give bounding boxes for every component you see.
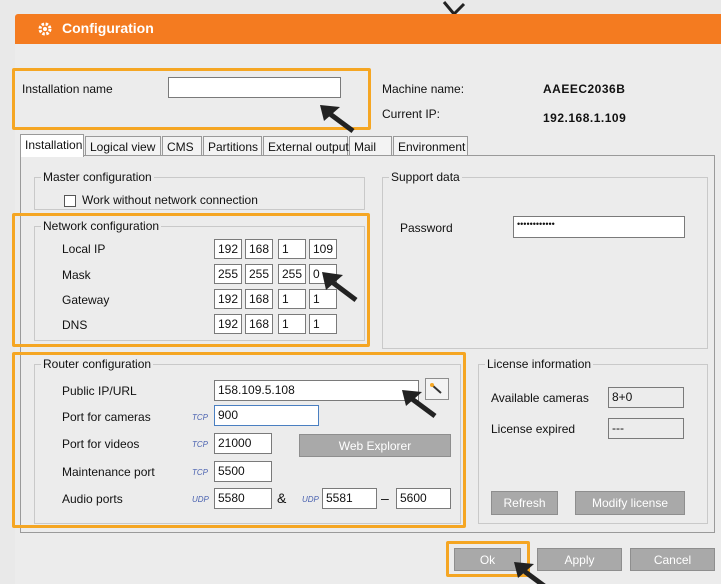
gear-icon (38, 22, 52, 36)
tab-partitions[interactable]: Partitions (203, 136, 262, 156)
tab-environment[interactable]: Environment (393, 136, 468, 156)
tab-cms[interactable]: CMS (162, 136, 202, 156)
modify-license-button[interactable]: Modify license (575, 491, 685, 515)
tab-installation[interactable]: Installation (20, 134, 84, 157)
support-data-group: Support data (382, 170, 708, 349)
work-offline-label: Work without network connection (82, 193, 258, 207)
pointer-arrow-icon (402, 390, 437, 419)
password-input[interactable]: •••••••••••• (513, 216, 685, 238)
pointer-arrow-icon (322, 272, 358, 302)
master-configuration-title: Master configuration (41, 170, 154, 184)
highlight-network (12, 213, 370, 347)
available-cameras-value: 8+0 (608, 387, 684, 408)
license-expired-value: --- (608, 418, 684, 439)
support-data-title: Support data (389, 170, 462, 184)
license-information-title: License information (485, 357, 594, 371)
tab-mail[interactable]: Mail (349, 136, 392, 156)
work-offline-checkbox[interactable] (64, 195, 76, 207)
tab-external-output[interactable]: External output (263, 136, 349, 156)
window-title: Configuration (62, 20, 154, 36)
title-bar: Configuration (15, 14, 721, 44)
refresh-button[interactable]: Refresh (491, 491, 558, 515)
highlight-router (12, 352, 466, 528)
pointer-arrow-icon (514, 562, 546, 584)
pointer-arrow-icon (320, 105, 355, 134)
current-ip-value: 192.168.1.109 (543, 111, 627, 125)
current-ip-label: Current IP: (382, 107, 441, 121)
cancel-button[interactable]: Cancel (630, 548, 715, 571)
license-expired-label: License expired (491, 422, 576, 436)
tab-logical-view[interactable]: Logical view (85, 136, 161, 156)
machine-name-value: AAEEC2036B (543, 82, 626, 96)
available-cameras-label: Available cameras (491, 391, 589, 405)
password-label: Password (400, 221, 453, 235)
machine-name-label: Machine name: (382, 82, 465, 96)
